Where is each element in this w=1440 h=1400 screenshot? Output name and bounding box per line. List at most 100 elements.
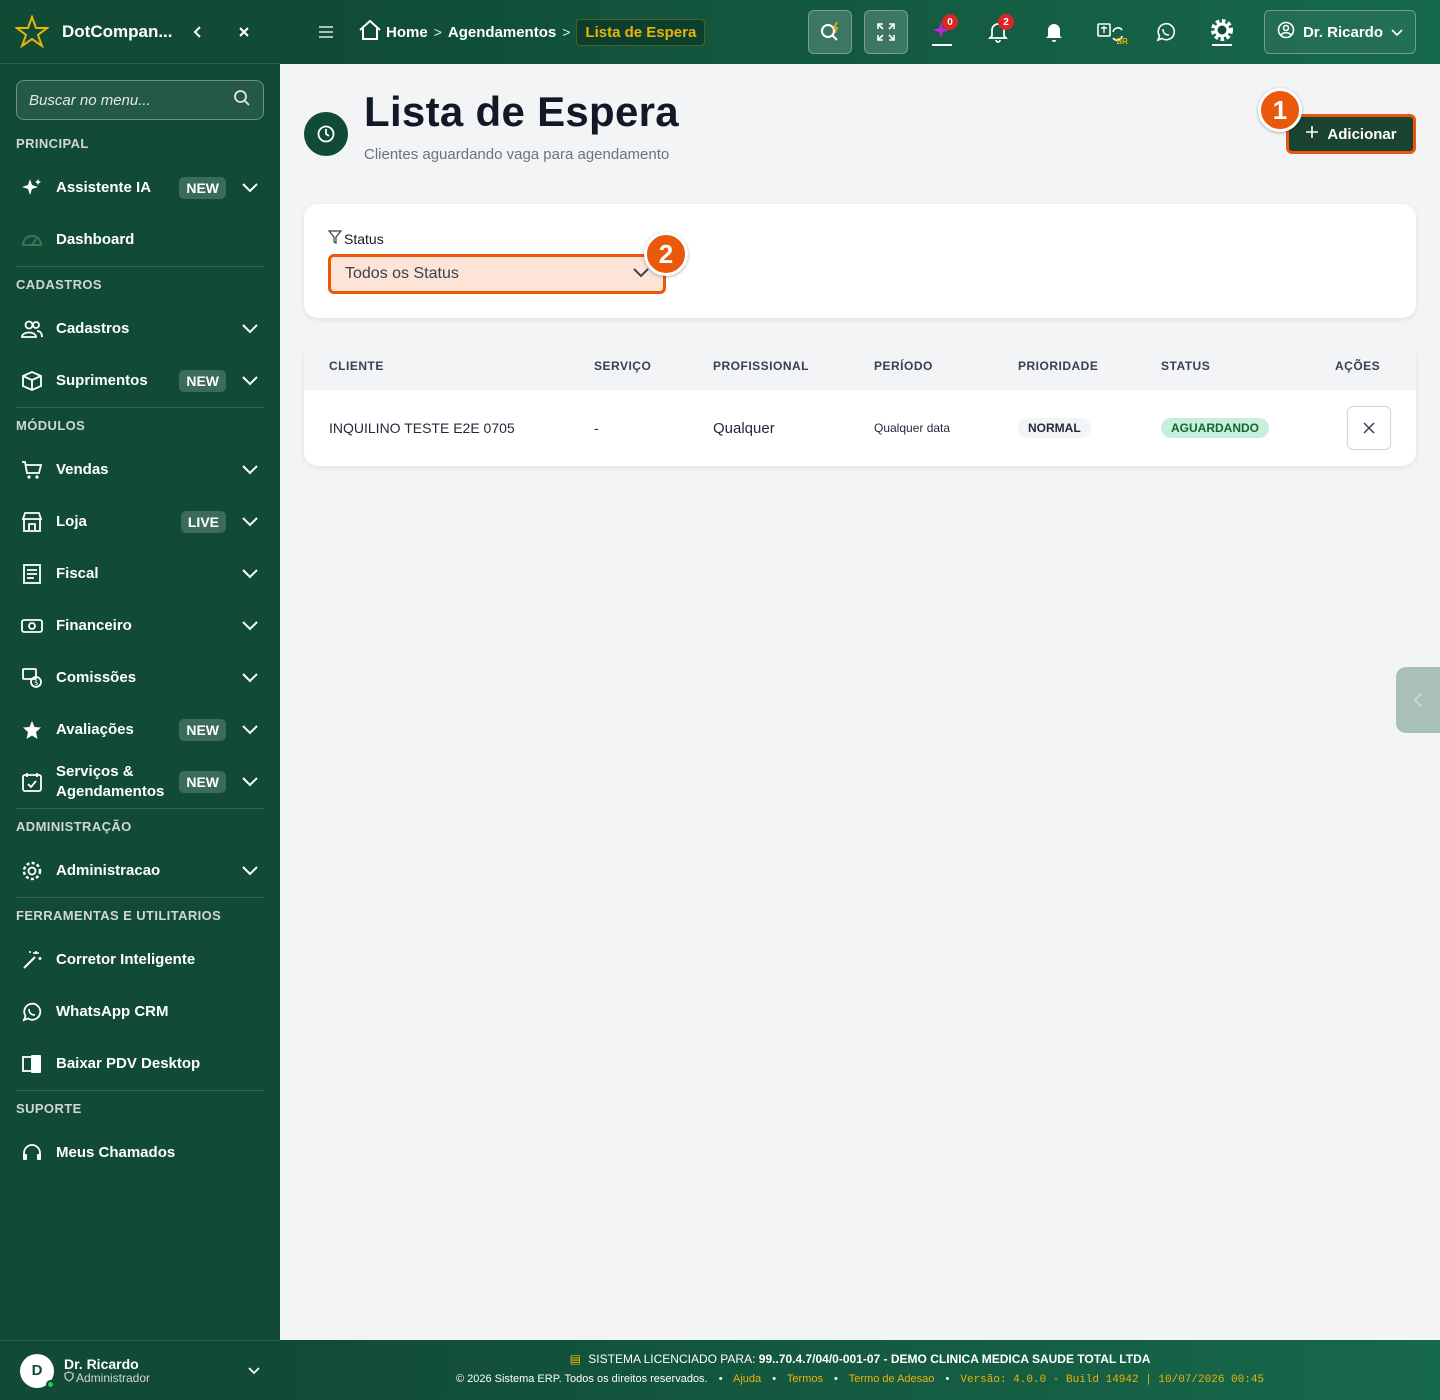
- clock-icon: [304, 112, 348, 156]
- gear-icon: [20, 859, 44, 883]
- menu-search-input[interactable]: [29, 91, 233, 109]
- nav-label: Meus Chamados: [56, 1144, 176, 1161]
- notifications-button[interactable]: 2: [976, 10, 1020, 54]
- table-row[interactable]: INQUILINO TESTE E2E 0705 - Qualquer Qual…: [304, 390, 1416, 466]
- close-icon: [1363, 422, 1375, 434]
- footer: ▤ SISTEMA LICENCIADO PARA: 99..70.4.7/04…: [280, 1340, 1440, 1400]
- sidebar-user[interactable]: D Dr. Ricardo Administrador: [0, 1340, 280, 1400]
- nav-whatsapp-crm[interactable]: WhatsApp CRM: [0, 986, 280, 1038]
- brand-bar: DotCompan...: [0, 0, 280, 64]
- breadcrumb-home[interactable]: Home: [386, 24, 428, 41]
- header-profissional: PROFISSIONAL: [713, 359, 810, 373]
- nav-assistente-ia[interactable]: Assistente IA NEW: [0, 162, 280, 214]
- header-acoes: AÇÕES: [1335, 359, 1381, 373]
- language-button[interactable]: BR: [1088, 10, 1132, 54]
- building-icon: ▤: [569, 1352, 581, 1366]
- footer-link-termo-adesao[interactable]: Termo de Adesao: [849, 1373, 935, 1385]
- nav-label: Avaliações: [56, 721, 134, 738]
- star-logo-icon: [14, 14, 50, 50]
- nav-label: Financeiro: [56, 617, 132, 634]
- nav-label: Fiscal: [56, 565, 99, 582]
- user-info: Dr. Ricardo Administrador: [64, 1357, 248, 1385]
- chevron-down-icon[interactable]: [240, 460, 260, 480]
- new-badge: NEW: [179, 370, 226, 392]
- nav-label: Dashboard: [56, 231, 135, 248]
- topbar: Home > Agendamentos > Lista de Espera 0 …: [280, 0, 1440, 64]
- user-name: Dr. Ricardo: [64, 1355, 139, 1372]
- fullscreen-button[interactable]: [863, 10, 908, 54]
- chevron-down-icon[interactable]: [240, 319, 260, 339]
- nav-servicos-agendamentos[interactable]: Serviços & Agendamentos NEW: [0, 756, 280, 808]
- nav-meus-chamados[interactable]: Meus Chamados: [0, 1127, 280, 1179]
- footer-link-ajuda[interactable]: Ajuda: [733, 1373, 761, 1385]
- section-administracao: ADMINISTRAÇÃO: [16, 818, 132, 834]
- breadcrumb-agendamentos[interactable]: Agendamentos: [448, 24, 556, 41]
- commission-icon: $: [20, 666, 44, 690]
- chevron-down-icon[interactable]: [240, 178, 260, 198]
- nav-fiscal[interactable]: Fiscal: [0, 548, 280, 600]
- smart-search-button[interactable]: [807, 10, 852, 54]
- receipt-icon: [20, 562, 44, 586]
- online-status-dot: [46, 1379, 55, 1389]
- plus-icon: [1305, 125, 1319, 143]
- menu-search-box: [16, 80, 264, 120]
- nav-baixar-pdv[interactable]: Baixar PDV Desktop: [0, 1038, 280, 1090]
- chevron-down-icon[interactable]: [240, 512, 260, 532]
- alerts-button[interactable]: [1032, 10, 1076, 54]
- page-title: Lista de Espera: [364, 88, 679, 135]
- nav-cadastros[interactable]: Cadastros: [0, 303, 280, 355]
- chevron-down-icon[interactable]: [240, 861, 260, 881]
- nav-label: Serviços & Agendamentos: [56, 763, 165, 800]
- user-menu-name: Dr. Ricardo: [1302, 23, 1383, 41]
- chevron-down-icon[interactable]: [240, 564, 260, 584]
- cell-periodo: Qualquer data: [874, 421, 951, 435]
- chevron-down-icon[interactable]: [240, 616, 260, 636]
- money-icon: [20, 614, 44, 638]
- section-modulos: MÓDULOS: [16, 417, 86, 433]
- header-cliente: CLIENTE: [329, 359, 384, 373]
- section-ferramentas: FERRAMENTAS E UTILITARIOS: [16, 907, 222, 923]
- whatsapp-button[interactable]: [1144, 10, 1188, 54]
- chevron-down-icon[interactable]: [240, 720, 260, 740]
- nav-avaliacoes[interactable]: Avaliações NEW: [0, 704, 280, 756]
- add-waitlist-button[interactable]: Adicionar: [1286, 114, 1416, 154]
- chevron-down-icon: [1391, 24, 1403, 41]
- breadcrumb-separator-icon: >: [433, 24, 442, 40]
- home-icon[interactable]: [358, 19, 382, 45]
- priority-badge: NORMAL: [1018, 418, 1091, 438]
- chevron-down-icon[interactable]: [248, 1362, 260, 1380]
- collapse-sidebar-icon[interactable]: [184, 18, 212, 46]
- main-content: Lista de Espera Clientes aguardando vaga…: [280, 64, 1440, 1340]
- header-prioridade: PRIORIDADE: [1018, 359, 1099, 373]
- user-role-line: Administrador: [64, 1371, 248, 1385]
- nav-label: WhatsApp CRM: [56, 1003, 169, 1020]
- chevron-down-icon[interactable]: [240, 371, 260, 391]
- nav-vendas[interactable]: Vendas: [0, 444, 280, 496]
- header-status: STATUS: [1161, 359, 1211, 373]
- table-header: CLIENTE SERVIÇO PROFISSIONAL PERÍODO PRI…: [304, 342, 1416, 390]
- notification-count-badge: 2: [997, 14, 1014, 30]
- nav-administracao[interactable]: Administracao: [0, 845, 280, 897]
- ai-sparkle-button[interactable]: 0: [920, 10, 964, 54]
- close-sidebar-icon[interactable]: [230, 18, 258, 46]
- sparkles-icon: [20, 176, 44, 200]
- header-periodo: PERÍODO: [874, 359, 933, 373]
- settings-gear-button[interactable]: [1200, 10, 1244, 54]
- nav-dashboard[interactable]: Dashboard: [0, 214, 280, 266]
- svg-text:$: $: [34, 679, 38, 687]
- search-icon[interactable]: [233, 89, 251, 112]
- footer-link-termos[interactable]: Termos: [787, 1373, 823, 1385]
- side-panel-toggle[interactable]: [1396, 667, 1440, 733]
- chevron-down-icon[interactable]: [240, 668, 260, 688]
- nav-comissoes[interactable]: $ Comissões: [0, 652, 280, 704]
- nav-corretor-inteligente[interactable]: Corretor Inteligente: [0, 934, 280, 986]
- hamburger-menu-icon[interactable]: [316, 25, 336, 39]
- nav-suprimentos[interactable]: Suprimentos NEW: [0, 355, 280, 407]
- status-select[interactable]: Todos os Status: [328, 254, 666, 294]
- remove-entry-button[interactable]: [1347, 406, 1391, 450]
- nav-financeiro[interactable]: Financeiro: [0, 600, 280, 652]
- chevron-down-icon[interactable]: [240, 772, 260, 792]
- nav-loja[interactable]: Loja LIVE: [0, 496, 280, 548]
- user-circle-icon: [1277, 21, 1295, 43]
- user-menu-button[interactable]: Dr. Ricardo: [1263, 10, 1416, 54]
